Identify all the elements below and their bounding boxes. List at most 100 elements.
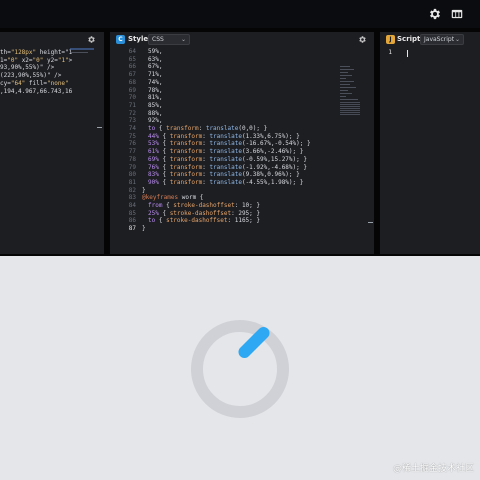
line-number: 82	[128, 186, 136, 194]
style-minimap[interactable]	[340, 66, 366, 116]
code-line: 86 to { stroke-dashoffset: 1165; }	[110, 217, 311, 225]
code-line: 77 61% { transform: translate(3.66%,-2.46…	[110, 148, 311, 156]
code-text: 83% { transform: translate(9.38%,0.96%);…	[148, 171, 300, 179]
editor-area: th="128px" height="1 1="0" x2="0" y2="1">…	[0, 28, 480, 256]
code-text: cy="64" fill="none"	[0, 79, 69, 87]
code-text: 81%,	[148, 94, 163, 102]
code-text: 1="0" x2="0" y2="1">	[0, 56, 73, 64]
line-number: 77	[128, 148, 136, 156]
style-language-select[interactable]: CSS ⌄	[148, 34, 190, 45]
code-text: to { transform: translate(0,0); }	[148, 125, 268, 133]
code-line: 65 63%,	[110, 56, 311, 64]
settings-icon[interactable]	[428, 7, 442, 21]
code-line: 93,90%,55%)" />	[0, 64, 72, 72]
code-line: 83 @keyframes worm {	[110, 194, 311, 202]
code-line: 68 74%,	[110, 79, 311, 87]
style-editor-panel: C Style CSS ⌄ 64 59%, 65 63%, 66 67%, 67 71%, 68…	[110, 32, 374, 254]
chevron-down-icon: ⌄	[454, 36, 460, 43]
css-badge-icon: C	[116, 35, 125, 44]
gear-icon[interactable]	[358, 35, 367, 44]
code-line: 79 76% { transform: translate(-1.92%,-4.6…	[110, 164, 311, 172]
code-text: 61% { transform: translate(3.66%,-2.46%)…	[148, 148, 304, 156]
layout-icon[interactable]	[450, 7, 464, 21]
code-text: 71%,	[148, 71, 163, 79]
code-text: ,194,4.967,66.743,16	[0, 87, 73, 95]
code-line: 72 88%,	[110, 110, 311, 118]
line-number: 65	[128, 55, 136, 63]
code-text: 67%,	[148, 63, 163, 71]
code-line: 81 90% { transform: translate(-4.55%,1.98…	[110, 179, 311, 187]
chevron-down-icon: ⌄	[180, 36, 186, 43]
top-toolbar	[0, 0, 480, 28]
line-number: 79	[128, 163, 136, 171]
line-number: 69	[128, 86, 136, 94]
code-line: 82}	[110, 187, 311, 195]
html-editor-panel: th="128px" height="1 1="0" x2="0" y2="1">…	[0, 32, 104, 254]
js-badge-icon: J	[386, 35, 395, 44]
code-text: 92%,	[148, 117, 163, 125]
spinner-worm	[238, 327, 270, 358]
code-line: 71 85%,	[110, 102, 311, 110]
html-code-area[interactable]: th="128px" height="1 1="0" x2="0" y2="1">…	[0, 48, 104, 254]
code-text: 90% { transform: translate(-4.55%,1.98%)…	[148, 178, 304, 186]
script-code-area[interactable]: 1	[380, 48, 480, 254]
spinner-track	[191, 320, 289, 418]
script-panel-title: Script	[397, 35, 421, 43]
style-code-area[interactable]: 64 59%, 65 63%, 66 67%, 67 71%, 68 74%, 69 78%, 70 81…	[110, 48, 374, 254]
style-scroll-marker	[368, 222, 373, 223]
line-number: 85	[128, 209, 136, 217]
line-number: 70	[128, 94, 136, 102]
code-line: (223,90%,55%)" />	[0, 72, 72, 80]
html-minimap[interactable]	[70, 48, 98, 55]
code-text: 78%,	[148, 86, 163, 94]
code-text: @keyframes worm {	[142, 194, 204, 202]
code-line: 1	[380, 49, 398, 57]
spinner	[191, 320, 289, 418]
html-panel-header	[0, 32, 104, 48]
code-text: }	[142, 225, 146, 233]
line-number: 80	[128, 171, 136, 179]
line-number: 71	[128, 101, 136, 109]
code-line: 74 to { transform: translate(0,0); }	[110, 125, 311, 133]
code-line: 76 53% { transform: translate(-16.67%,-0.…	[110, 140, 311, 148]
style-panel-title: Style	[128, 35, 149, 43]
line-number: 73	[128, 117, 136, 125]
line-number: 75	[128, 132, 136, 140]
code-line: 64 59%,	[110, 48, 311, 56]
code-text: 63%,	[148, 55, 163, 63]
code-text: 88%,	[148, 109, 163, 117]
script-panel-header: J Script JavaScript ⌄	[380, 32, 480, 48]
line-number: 84	[128, 202, 136, 210]
code-text: 76% { transform: translate(-1.92%,-4.68%…	[148, 163, 307, 171]
gear-icon[interactable]	[87, 35, 96, 44]
code-line: 87}	[110, 225, 311, 233]
line-number: 87	[128, 225, 136, 233]
script-editor-panel: J Script JavaScript ⌄ 1	[380, 32, 480, 254]
code-text: 44% { transform: translate(1.33%,6.75%);…	[148, 132, 300, 140]
line-number: 1	[388, 49, 392, 56]
code-line: 70 81%,	[110, 94, 311, 102]
code-text: 53% { transform: translate(-16.67%,-0.54…	[148, 140, 311, 148]
line-number: 81	[128, 178, 136, 186]
line-number: 68	[128, 78, 136, 86]
line-number: 67	[128, 71, 136, 79]
code-text: 85%,	[148, 101, 163, 109]
line-number: 64	[128, 48, 136, 55]
code-text: to { stroke-dashoffset: 1165; }	[148, 217, 261, 225]
line-number: 76	[128, 140, 136, 148]
code-text: 59%,	[148, 48, 163, 55]
script-language-value: JavaScript	[424, 36, 455, 43]
line-number: 78	[128, 155, 136, 163]
code-line: 85 25% { stroke-dashoffset: 295; }	[110, 210, 311, 218]
code-line: 73 92%,	[110, 117, 311, 125]
code-line: th="128px" height="1	[0, 49, 72, 57]
html-scroll-marker	[97, 127, 102, 128]
line-number: 74	[128, 125, 136, 133]
code-line: cy="64" fill="none"	[0, 80, 72, 88]
style-panel-header: C Style CSS ⌄	[110, 32, 374, 48]
code-text: }	[142, 186, 146, 194]
script-language-select[interactable]: JavaScript ⌄	[420, 34, 464, 45]
code-line: 78 69% { transform: translate(-0.59%,15.2…	[110, 156, 311, 164]
code-line: 1="0" x2="0" y2="1">	[0, 57, 72, 65]
code-line: ,194,4.967,66.743,16	[0, 88, 72, 96]
